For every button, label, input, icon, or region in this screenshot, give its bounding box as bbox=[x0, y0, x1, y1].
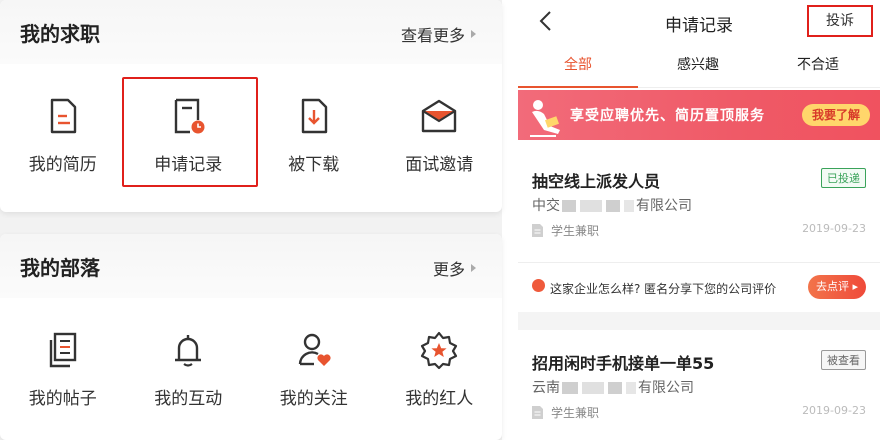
more-label: 更多 bbox=[432, 260, 465, 279]
application-item[interactable]: 招用闲时手机接单一单55 被查看 云南 有限公司 学生兼职 2019-09-23 bbox=[518, 330, 880, 440]
apply-date: 2019-09-23 bbox=[802, 222, 866, 235]
application-record-icon bbox=[175, 98, 205, 134]
follow-icon bbox=[298, 333, 331, 366]
application-item[interactable]: 抽空线上派发人员 已投递 中交 有限公司 学生兼职 2019-09-23 bbox=[518, 140, 880, 252]
my-tribe-card: 我的部落 更多 我的帖子 我的互动 我的关注 我的红人 bbox=[0, 234, 502, 440]
shortcut-resume[interactable]: 我的简历 bbox=[0, 64, 126, 192]
quote-icon bbox=[532, 279, 545, 292]
card-header: 我的部落 更多 bbox=[0, 234, 502, 298]
chevron-right-icon bbox=[471, 264, 476, 272]
bell-icon bbox=[175, 335, 202, 367]
status-badge: 被查看 bbox=[821, 350, 866, 370]
company-name: 中交 有限公司 bbox=[532, 195, 692, 215]
redacted-block bbox=[606, 200, 620, 212]
shortcut-label: 我的互动 bbox=[154, 389, 223, 409]
filter-tabs: 全部 感兴趣 不合适 bbox=[518, 44, 880, 88]
section-divider bbox=[518, 312, 880, 330]
shortcut-downloaded[interactable]: 被下载 bbox=[251, 64, 377, 192]
company-suffix: 有限公司 bbox=[638, 380, 694, 396]
go-review-button[interactable]: 去点评 ▸ bbox=[808, 275, 866, 299]
shortcut-label: 我的简历 bbox=[28, 155, 97, 175]
company-suffix: 有限公司 bbox=[636, 198, 692, 214]
shortcut-favorites[interactable]: 我的红人 bbox=[377, 298, 503, 426]
redacted-block bbox=[624, 200, 634, 212]
job-title: 抽空线上派发人员 bbox=[532, 172, 661, 191]
company-prefix: 云南 bbox=[532, 380, 560, 396]
company-prefix: 中交 bbox=[532, 198, 560, 214]
tab-unsuitable[interactable]: 不合适 bbox=[758, 44, 878, 87]
tribe-shortcuts: 我的帖子 我的互动 我的关注 我的红人 bbox=[0, 298, 502, 426]
complaint-button[interactable]: 投诉 bbox=[807, 5, 873, 37]
profile-panel: 我的求职 查看更多 我的简历 申请记录 被下载 面试邀请 我的部落 更多 我的帖… bbox=[0, 0, 502, 440]
job-title: 招用闲时手机接单一单55 bbox=[532, 354, 715, 373]
view-more-label: 查看更多 bbox=[400, 26, 465, 45]
application-record-screen: 申请记录 投诉 全部 感兴趣 不合适 享受应聘优先、简历置顶服务 我要了解 抽空… bbox=[518, 0, 880, 440]
banner-text: 享受应聘优先、简历置顶服务 bbox=[570, 108, 765, 124]
person-illustration-icon bbox=[530, 100, 560, 137]
redacted-block bbox=[626, 382, 636, 394]
posts-icon bbox=[49, 332, 76, 368]
shortcut-label: 我的红人 bbox=[405, 389, 474, 409]
card-title: 我的部落 bbox=[20, 256, 100, 280]
card-header: 我的求职 查看更多 bbox=[0, 0, 502, 64]
shortcut-label: 被下载 bbox=[288, 155, 340, 175]
shortcut-label: 面试邀请 bbox=[405, 155, 474, 175]
job-type-label: 学生兼职 bbox=[551, 224, 600, 238]
job-tag: 学生兼职 bbox=[532, 404, 599, 421]
job-type-label: 学生兼职 bbox=[551, 406, 600, 420]
interview-invite-icon bbox=[422, 99, 457, 133]
tab-all[interactable]: 全部 bbox=[518, 44, 638, 88]
card-title: 我的求职 bbox=[20, 22, 100, 46]
status-badge: 已投递 bbox=[821, 168, 866, 188]
shortcut-interactions[interactable]: 我的互动 bbox=[126, 298, 252, 426]
redacted-block bbox=[562, 200, 576, 212]
job-tag: 学生兼职 bbox=[532, 222, 599, 239]
tab-interested[interactable]: 感兴趣 bbox=[638, 44, 758, 87]
redacted-block bbox=[608, 382, 622, 394]
shortcut-posts[interactable]: 我的帖子 bbox=[0, 298, 126, 426]
shortcut-label: 申请记录 bbox=[154, 155, 223, 175]
more-link[interactable]: 更多 bbox=[433, 256, 476, 280]
star-badge-icon bbox=[421, 331, 458, 370]
chevron-right-icon bbox=[471, 30, 476, 38]
view-more-link[interactable]: 查看更多 bbox=[401, 22, 476, 46]
shortcut-label: 我的帖子 bbox=[28, 389, 97, 409]
resume-icon bbox=[50, 98, 76, 134]
redacted-block bbox=[580, 200, 602, 212]
shortcut-following[interactable]: 我的关注 bbox=[251, 298, 377, 426]
navigation-bar: 申请记录 投诉 bbox=[518, 0, 880, 44]
job-shortcuts: 我的简历 申请记录 被下载 面试邀请 bbox=[0, 64, 502, 192]
company-name: 云南 有限公司 bbox=[532, 377, 694, 397]
my-job-search-card: 我的求职 查看更多 我的简历 申请记录 被下载 面试邀请 bbox=[0, 0, 502, 212]
shortcut-interview-invite[interactable]: 面试邀请 bbox=[377, 64, 503, 192]
apply-date: 2019-09-23 bbox=[802, 404, 866, 417]
document-icon bbox=[532, 406, 543, 419]
shortcut-label: 我的关注 bbox=[279, 389, 348, 409]
redacted-block bbox=[562, 382, 578, 394]
review-prompt-text: 这家企业怎么样? 匿名分享下您的公司评价 bbox=[550, 282, 777, 296]
company-review-prompt: 这家企业怎么样? 匿名分享下您的公司评价 去点评 ▸ bbox=[518, 262, 880, 310]
learn-more-button[interactable]: 我要了解 bbox=[802, 104, 870, 126]
document-icon bbox=[532, 224, 543, 237]
promo-banner[interactable]: 享受应聘优先、简历置顶服务 我要了解 bbox=[518, 90, 880, 140]
redacted-block bbox=[582, 382, 604, 394]
shortcut-application-record[interactable]: 申请记录 bbox=[126, 64, 252, 192]
downloaded-icon bbox=[301, 98, 327, 134]
